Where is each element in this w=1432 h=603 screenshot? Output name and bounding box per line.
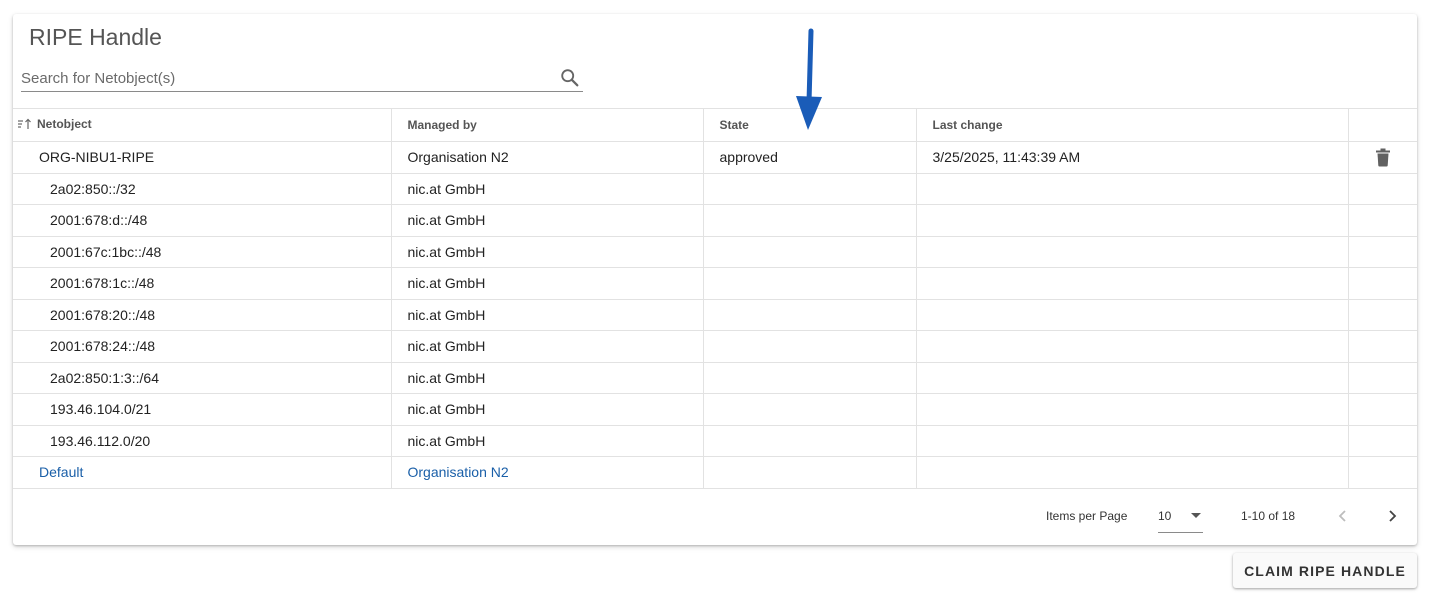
items-per-page-value: 10 — [1158, 509, 1172, 523]
managed-by-cell: nic.at GmbH — [390, 267, 704, 300]
actions-cell — [1347, 393, 1417, 426]
netobject-table: Netobject Managed by State Last change O… — [13, 108, 1417, 489]
header-managed-by: Managed by — [390, 108, 704, 142]
state-cell — [702, 330, 917, 363]
last-change-cell — [915, 424, 1349, 457]
header-netobject-label: Netobject — [37, 117, 92, 131]
items-per-page-select[interactable]: 10 — [1158, 501, 1203, 533]
netobject-cell: 2001:678:20::/48 — [13, 298, 392, 331]
ripe-handle-card: RIPE Handle Netobject Managed by State L… — [13, 14, 1417, 545]
state-cell — [702, 456, 917, 489]
table-row[interactable]: 2a02:850:1:3::/64 nic.at GmbH — [13, 361, 1417, 394]
managed-by-cell: nic.at GmbH — [390, 172, 704, 205]
table-row[interactable]: 2001:678:20::/48 nic.at GmbH — [13, 298, 1417, 331]
table-row[interactable]: 2001:678:1c::/48 nic.at GmbH — [13, 267, 1417, 300]
last-change-cell: 3/25/2025, 11:43:39 AM — [915, 141, 1349, 174]
search-icon[interactable] — [559, 67, 581, 89]
state-cell — [702, 172, 917, 205]
state-cell — [702, 424, 917, 457]
chevron-down-icon — [1191, 513, 1201, 518]
table-row[interactable]: 2001:678:d::/48 nic.at GmbH — [13, 204, 1417, 237]
managed-by-cell: nic.at GmbH — [390, 204, 704, 237]
netobject-cell: 2001:67c:1bc::/48 — [13, 235, 392, 268]
netobject-cell: 2001:678:d::/48 — [13, 204, 392, 237]
table-row-default[interactable]: Default Organisation N2 — [13, 456, 1417, 489]
search-field[interactable] — [21, 64, 583, 92]
table-row[interactable]: 2a02:850::/32 nic.at GmbH — [13, 172, 1417, 205]
state-cell — [702, 361, 917, 394]
state-cell — [702, 298, 917, 331]
managed-by-cell: nic.at GmbH — [390, 235, 704, 268]
managed-by-cell: Organisation N2 — [390, 141, 704, 174]
last-change-cell — [915, 456, 1349, 489]
previous-page-button[interactable] — [1330, 503, 1356, 529]
last-change-cell — [915, 235, 1349, 268]
paginator: Items per Page 10 1-10 of 18 — [13, 501, 1417, 533]
table-row[interactable]: 2001:67c:1bc::/48 nic.at GmbH — [13, 235, 1417, 268]
managed-by-cell: nic.at GmbH — [390, 393, 704, 426]
actions-cell — [1347, 267, 1417, 300]
state-cell: approved — [702, 141, 917, 174]
actions-cell — [1347, 172, 1417, 205]
state-cell — [702, 267, 917, 300]
table-row[interactable]: 193.46.104.0/21 nic.at GmbH — [13, 393, 1417, 426]
actions-cell — [1347, 235, 1417, 268]
items-per-page-label: Items per Page — [1046, 509, 1128, 523]
netobject-cell: Default — [13, 456, 392, 489]
last-change-cell — [915, 204, 1349, 237]
header-state: State — [702, 108, 917, 142]
netobject-cell: ORG-NIBU1-RIPE — [13, 141, 392, 174]
state-cell — [702, 393, 917, 426]
header-last-change: Last change — [915, 108, 1349, 142]
netobject-cell: 193.46.112.0/20 — [13, 424, 392, 457]
table-row[interactable]: 193.46.112.0/20 nic.at GmbH — [13, 424, 1417, 457]
sort-icon[interactable] — [17, 118, 33, 133]
next-page-button[interactable] — [1379, 503, 1405, 529]
default-link[interactable]: Default — [39, 464, 83, 480]
search-input[interactable] — [21, 67, 551, 89]
header-netobject[interactable]: Netobject — [13, 108, 392, 142]
netobject-cell: 2001:678:24::/48 — [13, 330, 392, 363]
last-change-cell — [915, 393, 1349, 426]
actions-cell — [1347, 361, 1417, 394]
actions-cell — [1347, 298, 1417, 331]
actions-cell — [1347, 456, 1417, 489]
table-row-parent[interactable]: ORG-NIBU1-RIPE Organisation N2 approved … — [13, 141, 1417, 174]
actions-cell — [1347, 141, 1417, 174]
page-range-label: 1-10 of 18 — [1241, 509, 1296, 523]
managed-by-cell: Organisation N2 — [390, 456, 704, 489]
managed-by-cell: nic.at GmbH — [390, 298, 704, 331]
table-header-row: Netobject Managed by State Last change — [13, 108, 1417, 142]
page-title: RIPE Handle — [29, 24, 162, 50]
organisation-link[interactable]: Organisation N2 — [408, 464, 509, 480]
managed-by-cell: nic.at GmbH — [390, 330, 704, 363]
chevron-left-icon — [1338, 510, 1346, 522]
last-change-cell — [915, 330, 1349, 363]
table-row[interactable]: 2001:678:24::/48 nic.at GmbH — [13, 330, 1417, 363]
claim-ripe-handle-button[interactable]: CLAIM RIPE HANDLE — [1233, 553, 1417, 588]
last-change-cell — [915, 361, 1349, 394]
netobject-cell: 2a02:850::/32 — [13, 172, 392, 205]
state-cell — [702, 204, 917, 237]
chevron-right-icon — [1389, 510, 1397, 522]
actions-cell — [1347, 204, 1417, 237]
trash-icon[interactable] — [1375, 148, 1391, 167]
actions-cell — [1347, 424, 1417, 457]
managed-by-cell: nic.at GmbH — [390, 361, 704, 394]
managed-by-cell: nic.at GmbH — [390, 424, 704, 457]
last-change-cell — [915, 298, 1349, 331]
netobject-cell: 2a02:850:1:3::/64 — [13, 361, 392, 394]
netobject-cell: 2001:678:1c::/48 — [13, 267, 392, 300]
last-change-cell — [915, 172, 1349, 205]
header-actions — [1347, 108, 1417, 142]
state-cell — [702, 235, 917, 268]
netobject-cell: 193.46.104.0/21 — [13, 393, 392, 426]
last-change-cell — [915, 267, 1349, 300]
actions-cell — [1347, 330, 1417, 363]
